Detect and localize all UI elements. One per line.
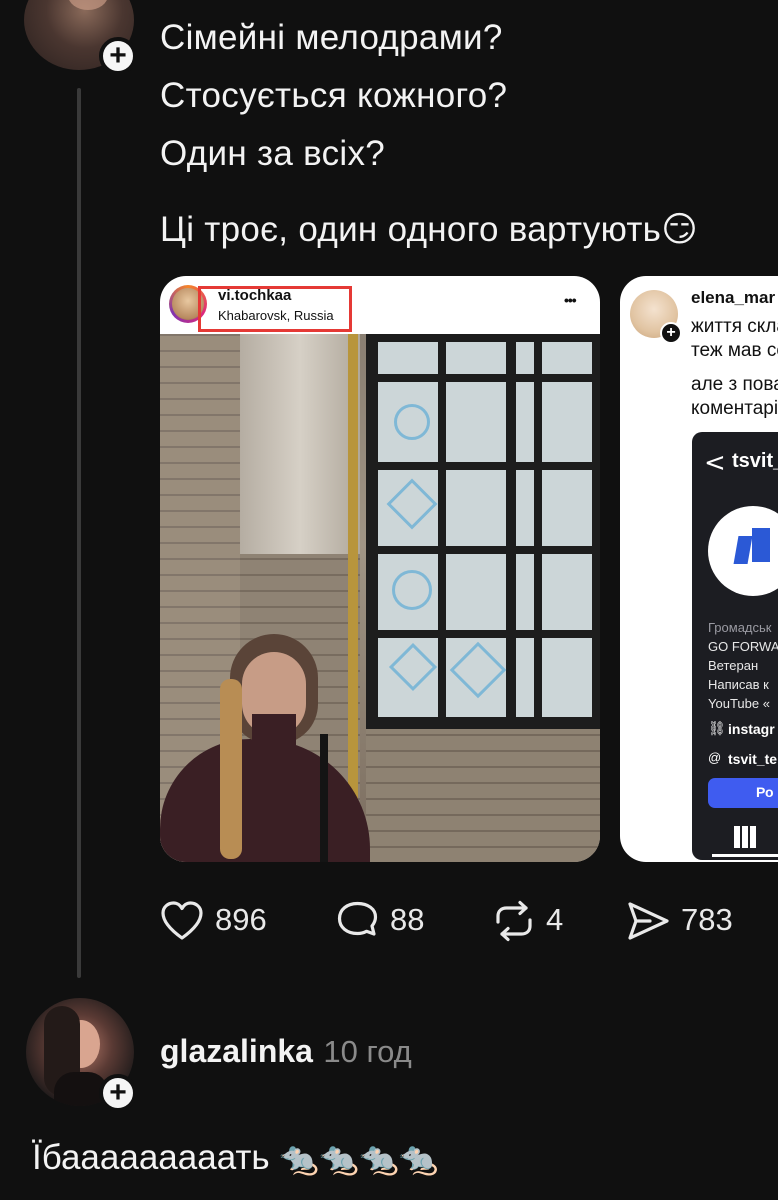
card2-text-3: але з пова — [691, 374, 778, 395]
card2-text-1: життя скла — [691, 316, 778, 337]
inner-bio-5: YouTube « — [708, 696, 770, 711]
embedded-image-card-2[interactable]: + elena_mar життя скла теж мав се але з … — [620, 276, 778, 862]
inner-bio-4: Написав к — [708, 677, 769, 692]
link-icon: ⛓ — [708, 720, 726, 736]
follow-reply-author-button[interactable]: + — [99, 1074, 137, 1112]
share-count: 783 — [681, 902, 733, 937]
grid-icon — [734, 826, 756, 848]
post-text-last: Ці троє, один одного вартують — [160, 210, 662, 249]
inner-bio-2: GO FORWA — [708, 639, 778, 654]
comment-button[interactable]: 88 — [336, 898, 446, 944]
inner-profile-name: tsvit_ — [732, 450, 778, 472]
inner-bio-3: Ветеран — [708, 658, 759, 673]
card2-inner-screenshot: < tsvit_ Громадськ GO FORWA Ветеран Напи… — [692, 432, 778, 860]
thread-line — [77, 88, 81, 978]
repost-icon — [496, 900, 532, 942]
like-button[interactable]: 896 — [160, 898, 280, 944]
inner-link-1: instagr — [728, 721, 775, 737]
card1-highlight-box — [198, 286, 352, 332]
embedded-image-card-1[interactable]: vi.tochkaa Khabarovsk, Russia ••• — [160, 276, 600, 862]
inner-follow-label: Ро — [756, 784, 774, 800]
inner-follow-button: Ро — [708, 778, 778, 808]
reply-username[interactable]: glazalinka — [160, 1033, 313, 1069]
reply-text: Їбааааааааать — [32, 1138, 270, 1177]
post-text-line-4: Ці троє, один одного вартують😏 — [160, 210, 698, 250]
comment-icon — [337, 901, 378, 936]
like-count: 896 — [215, 902, 267, 937]
follow-author-button[interactable]: + — [99, 37, 137, 75]
card1-photo — [160, 334, 600, 862]
plus-icon: + — [109, 39, 127, 72]
window — [366, 334, 600, 729]
card2-plus-icon: + — [660, 322, 682, 344]
rat-emojis: 🐀🐀🐀🐀 — [279, 1140, 439, 1176]
smirk-emoji: 😏 — [661, 210, 699, 249]
send-icon — [628, 902, 669, 940]
inner-bio-1: Громадськ — [708, 620, 772, 635]
reply-text-line: Їбааааааааать 🐀🐀🐀🐀 — [32, 1138, 439, 1178]
post-text-line-1: Сімейні мелодрами? — [160, 18, 503, 57]
card2-username: elena_mar — [691, 288, 776, 307]
repost-button[interactable]: 4 — [492, 898, 582, 944]
reply-header: glazalinka 10 год — [160, 1033, 412, 1070]
heart-icon — [161, 901, 203, 940]
reply-time: 10 год — [323, 1034, 412, 1069]
repost-count: 4 — [546, 902, 564, 937]
share-button[interactable]: 783 — [626, 898, 746, 944]
card2-text-2: теж мав се — [691, 340, 778, 361]
inner-profile-avatar — [708, 506, 778, 596]
post-text-line-3: Один за всіх? — [160, 134, 386, 173]
threads-icon: @ — [708, 750, 722, 765]
post-text-line-2: Стосується кожного? — [160, 76, 508, 115]
plus-icon-2: + — [109, 1076, 127, 1109]
card2-text-4: коментарі — [691, 398, 778, 419]
more-options-icon[interactable]: ••• — [564, 292, 577, 308]
comment-count: 88 — [390, 902, 425, 937]
inner-link-2: tsvit_te — [728, 751, 778, 767]
back-icon: < — [704, 448, 726, 478]
